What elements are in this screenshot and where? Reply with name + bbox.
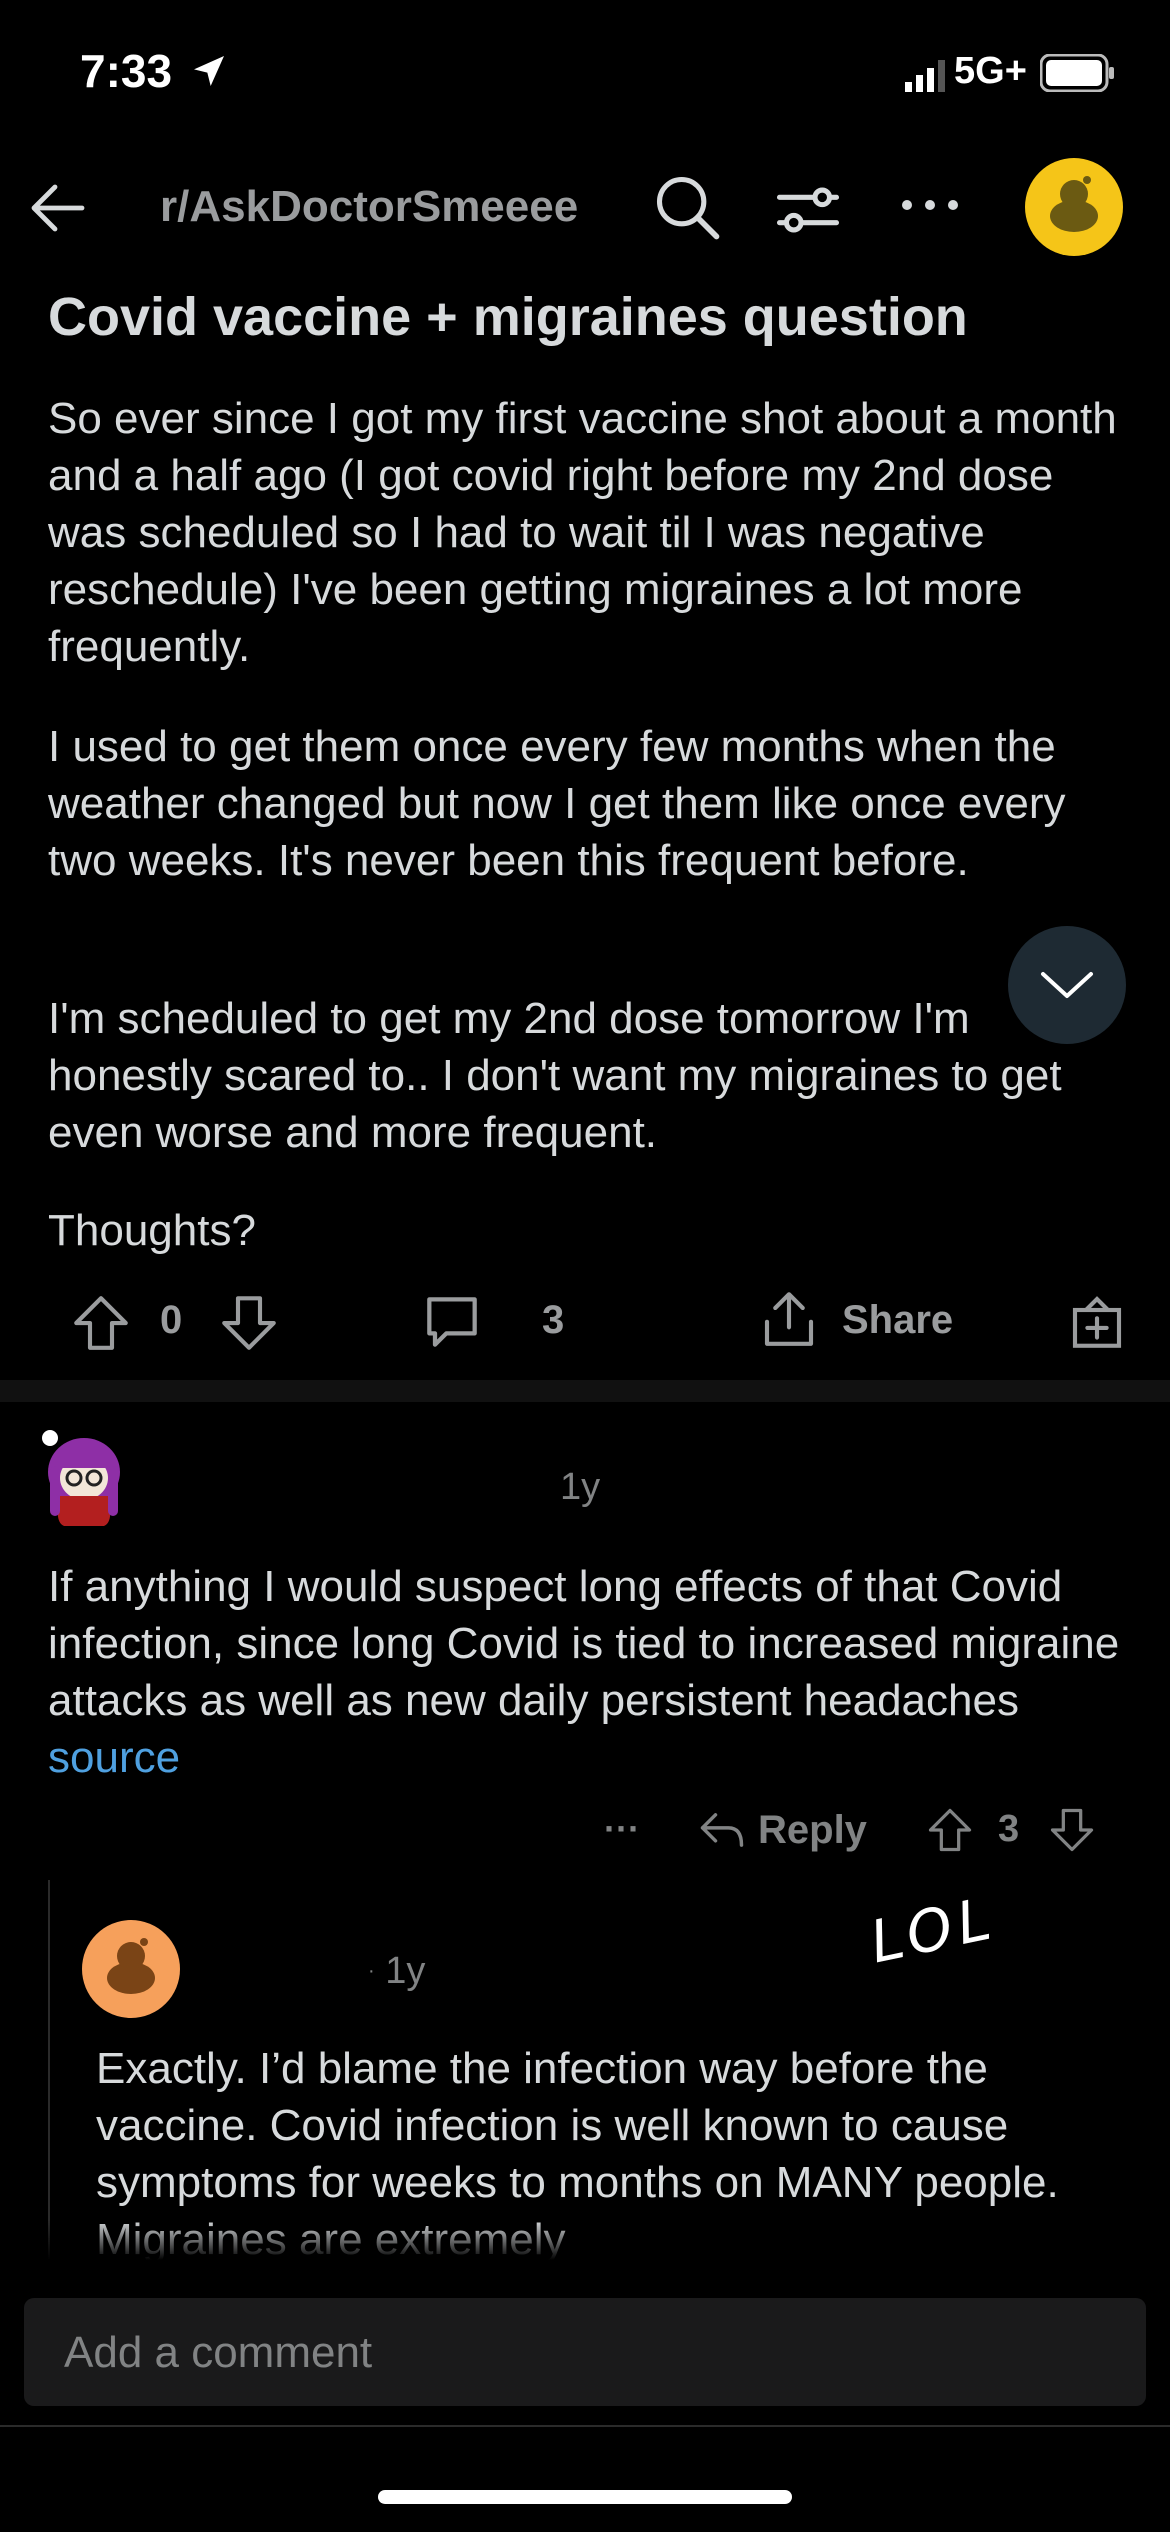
reply-arrow-icon[interactable] [696,1804,748,1856]
battery-icon [1040,54,1114,92]
comment-body: If anything I would suspect long effects… [48,1558,1128,1786]
upvote-icon[interactable] [924,1804,976,1856]
post-body-paragraph: I used to get them once every few months… [48,722,1066,885]
status-bar: 7:33 5G+ [0,0,1170,150]
share-label[interactable]: Share [842,1298,953,1343]
downvote-icon[interactable] [1046,1804,1098,1856]
more-options-icon[interactable] [895,190,965,220]
subreddit-name[interactable]: r/AskDoctorSmeeee [160,182,578,232]
comment-more-button[interactable]: ··· [604,1808,640,1850]
section-divider [0,1380,1170,1402]
location-arrow-icon [193,56,224,86]
post-comment-count: 3 [542,1298,565,1342]
search-icon[interactable] [650,170,726,246]
source-link[interactable]: source [48,1733,180,1782]
scroll-down-button[interactable] [1008,926,1126,1044]
comment-vote-count: 3 [998,1808,1020,1850]
reply-age: · 1y [368,1950,426,1992]
comment-bubble-icon[interactable] [418,1288,486,1356]
content-fade [0,2220,1170,2260]
post-vote-count: 0 [160,1298,183,1342]
share-icon[interactable] [756,1286,822,1352]
handwritten-annotation: LOL [864,1883,1003,1977]
post-body-paragraph: So ever since I got my first vaccine sho… [48,394,1117,671]
add-comment-placeholder[interactable]: Add a comment [64,2328,372,2378]
post-body-paragraph: Thoughts? [48,1206,256,1255]
commenter-avatar[interactable] [34,1426,134,1532]
reply-button[interactable]: Reply [758,1808,867,1853]
status-time: 7:33 [80,44,229,98]
back-arrow-icon[interactable] [22,172,94,244]
reply-avatar[interactable] [82,1920,180,2018]
post-title: Covid vaccine + migraines question [48,287,968,347]
signal-icon [905,60,945,92]
network-label: 5G+ [954,50,1027,92]
award-gift-icon[interactable] [1064,1288,1130,1354]
reply-thread-line [48,1880,50,2260]
bottom-divider [0,2425,1170,2427]
chevron-down-icon [1041,972,1093,998]
upvote-icon[interactable] [68,1290,134,1356]
downvote-icon[interactable] [216,1290,282,1356]
home-indicator[interactable] [378,2490,792,2504]
comment-age: 1y [560,1466,601,1508]
post-body-paragraph: I'm scheduled to get my 2nd dose tomorro… [48,994,1062,1157]
filter-sort-icon[interactable] [770,172,846,248]
comment-text: If anything I would suspect long effects… [48,1562,1120,1725]
user-avatar-icon[interactable] [1025,158,1123,256]
